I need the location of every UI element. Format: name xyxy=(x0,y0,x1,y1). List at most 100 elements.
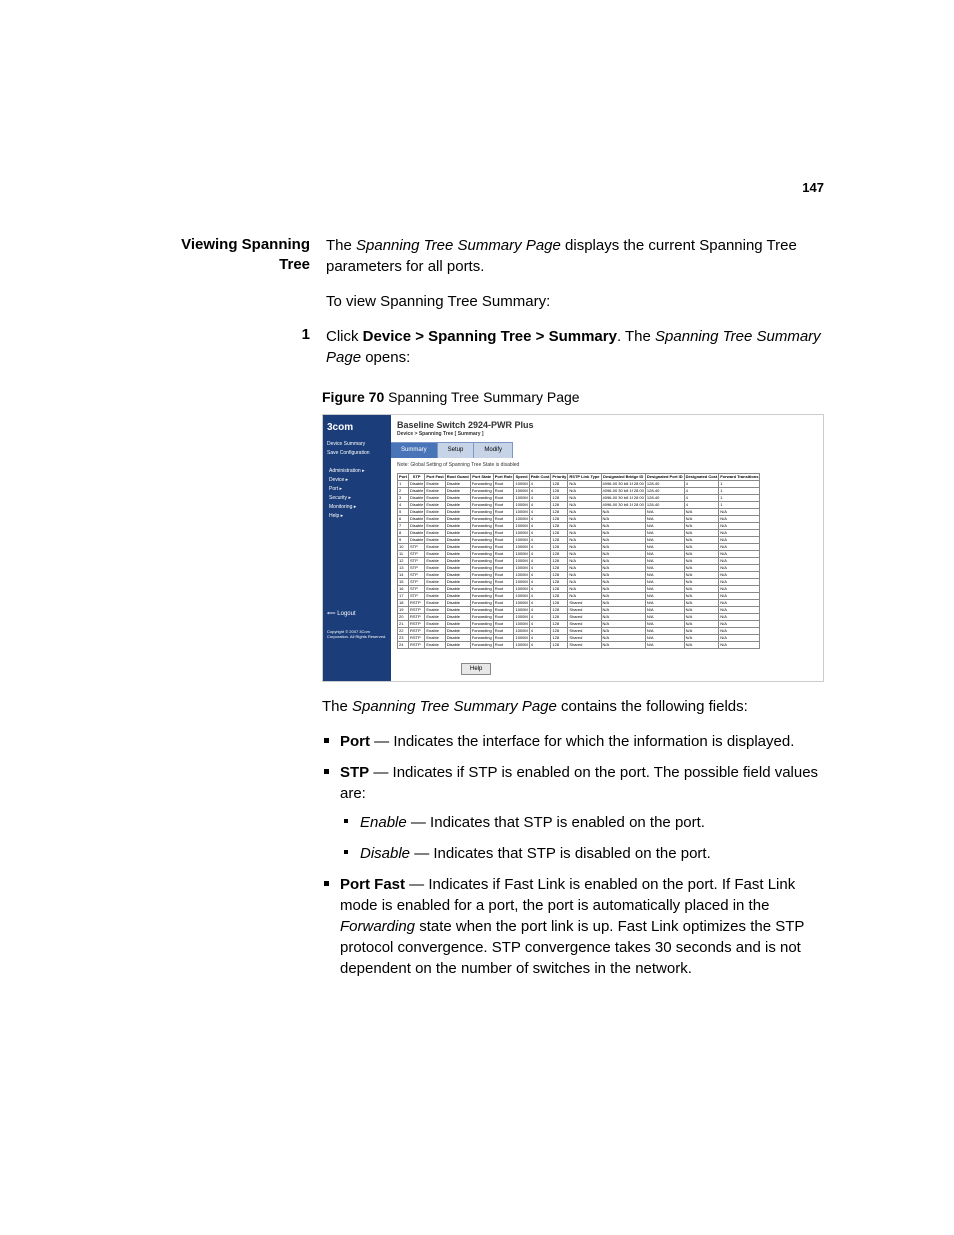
shot-cell: N/A xyxy=(719,522,760,529)
shot-menu-item: Device Summary xyxy=(327,441,387,448)
shot-row: 12STPEnableDisableForwardingRoot1000M412… xyxy=(398,557,760,564)
shot-cell: 4 xyxy=(684,501,719,508)
shot-cell: Forwarding xyxy=(470,536,493,543)
intro-page-name: Spanning Tree Summary Page xyxy=(356,237,561,254)
shot-cell: Shared xyxy=(568,634,601,641)
field-stp-enable-text: — Indicates that STP is enabled on the p… xyxy=(407,814,705,831)
shot-cell: Disable xyxy=(445,557,470,564)
shot-cell: Disable xyxy=(445,515,470,522)
shot-cell: N/A xyxy=(719,557,760,564)
shot-cell: Root xyxy=(493,536,514,543)
shot-cell: 12 xyxy=(398,557,409,564)
shot-cell: Enable xyxy=(425,592,445,599)
shot-cell: N/A xyxy=(719,550,760,557)
shot-cell: N/A xyxy=(568,557,601,564)
shot-cell: 4 xyxy=(529,641,551,648)
section-heading: Viewing Spanning Tree xyxy=(155,235,326,276)
shot-cell: N/A xyxy=(601,522,645,529)
shot-cell: RSTP xyxy=(409,599,425,606)
shot-cell: N/A xyxy=(645,564,684,571)
shot-cell: 4 xyxy=(684,487,719,494)
shot-cell: 16 xyxy=(398,585,409,592)
shot-logo: 3com xyxy=(327,421,387,435)
shot-cell: Forwarding xyxy=(470,494,493,501)
shot-cell: N/A xyxy=(568,564,601,571)
shot-th: Designated Bridge ID xyxy=(601,473,645,480)
shot-sidebar: 3com Device SummarySave Configuration Ad… xyxy=(323,415,391,681)
shot-cell: N/A xyxy=(645,543,684,550)
shot-cell: Disable xyxy=(445,564,470,571)
field-port-fast: Port Fast — Indicates if Fast Link is en… xyxy=(340,874,824,979)
shot-cell: N/A xyxy=(568,550,601,557)
shot-cell: N/A xyxy=(684,592,719,599)
shot-cell: 4 xyxy=(529,515,551,522)
shot-cell: N/A xyxy=(568,571,601,578)
shot-th: Root Guard xyxy=(445,473,470,480)
field-port-text: — Indicates the interface for which the … xyxy=(370,733,794,750)
shot-cell: Enable xyxy=(425,641,445,648)
shot-cell: N/A xyxy=(601,543,645,550)
shot-row: 14STPEnableDisableForwardingRoot1000M412… xyxy=(398,571,760,578)
shot-cell: 4 xyxy=(529,564,551,571)
shot-table: PortSTPPort FastRoot GuardPort StatePort… xyxy=(397,473,760,649)
shot-cell: N/A xyxy=(645,599,684,606)
shot-cell: N/A xyxy=(568,480,601,487)
shot-cell: Disable xyxy=(445,592,470,599)
shot-cell: 4 xyxy=(529,592,551,599)
field-pf-label: Port Fast xyxy=(340,876,405,893)
shot-cell: Root xyxy=(493,599,514,606)
shot-copyright: Copyright © 2007 3Com Corporation. All R… xyxy=(327,630,387,640)
shot-breadcrumb: Device > Spanning Tree [ Summary ] xyxy=(391,431,823,442)
shot-cell: Disable xyxy=(409,480,425,487)
step-path: Device > Spanning Tree > Summary xyxy=(363,328,617,345)
shot-cell: N/A xyxy=(645,613,684,620)
shot-cell: 4 xyxy=(529,606,551,613)
shot-cell: Enable xyxy=(425,564,445,571)
shot-cell: STP xyxy=(409,592,425,599)
shot-cell: Disable xyxy=(445,480,470,487)
shot-cell: STP xyxy=(409,550,425,557)
step-body: Click Device > Spanning Tree > Summary. … xyxy=(326,326,824,368)
shot-th: Speed xyxy=(514,473,529,480)
shot-th: Designated Port ID xyxy=(645,473,684,480)
shot-row: 22RSTPEnableDisableForwardingRoot1000M41… xyxy=(398,627,760,634)
field-stp: STP — Indicates if STP is enabled on the… xyxy=(340,762,824,864)
shot-cell: Forwarding xyxy=(470,564,493,571)
shot-cell: Root xyxy=(493,585,514,592)
shot-cell: N/A xyxy=(719,543,760,550)
shot-cell: N/A xyxy=(719,585,760,592)
step-c: opens: xyxy=(361,349,410,366)
shot-cell: Root xyxy=(493,487,514,494)
shot-cell: N/A xyxy=(719,627,760,634)
shot-cell: Forwarding xyxy=(470,515,493,522)
shot-cell: 128 xyxy=(551,641,568,648)
shot-cell: N/A xyxy=(568,543,601,550)
shot-cell: N/A xyxy=(684,585,719,592)
shot-cell: N/A xyxy=(719,529,760,536)
shot-cell: 1000M xyxy=(514,592,529,599)
shot-cell: 128-40 xyxy=(645,501,684,508)
shot-cell: Enable xyxy=(425,550,445,557)
shot-row: 6DisableEnableDisableForwardingRoot1000M… xyxy=(398,515,760,522)
shot-row: 23RSTPEnableDisableForwardingRoot1000M41… xyxy=(398,634,760,641)
shot-row: 4DisableEnableDisableForwardingRoot1000M… xyxy=(398,501,760,508)
shot-cell: N/A xyxy=(719,613,760,620)
shot-menu-item: Security ▸ xyxy=(329,495,387,502)
shot-cell: N/A xyxy=(684,620,719,627)
shot-cell: N/A xyxy=(645,529,684,536)
shot-cell: Root xyxy=(493,529,514,536)
shot-cell: Disable xyxy=(445,501,470,508)
shot-cell: 4 xyxy=(529,557,551,564)
shot-menu-item: Monitoring ▸ xyxy=(329,504,387,511)
shot-cell: N/A xyxy=(645,634,684,641)
shot-cell: 19 xyxy=(398,606,409,613)
step-a: Click xyxy=(326,328,363,345)
shot-cell: 3 xyxy=(398,494,409,501)
shot-logout: ⟸ Logout xyxy=(327,610,387,618)
shot-th: RSTP Link Type xyxy=(568,473,601,480)
shot-cell: N/A xyxy=(645,606,684,613)
field-port: Port — Indicates the interface for which… xyxy=(340,731,824,752)
shot-cell: 1000M xyxy=(514,536,529,543)
shot-cell: N/A xyxy=(568,501,601,508)
shot-cell: N/A xyxy=(684,606,719,613)
